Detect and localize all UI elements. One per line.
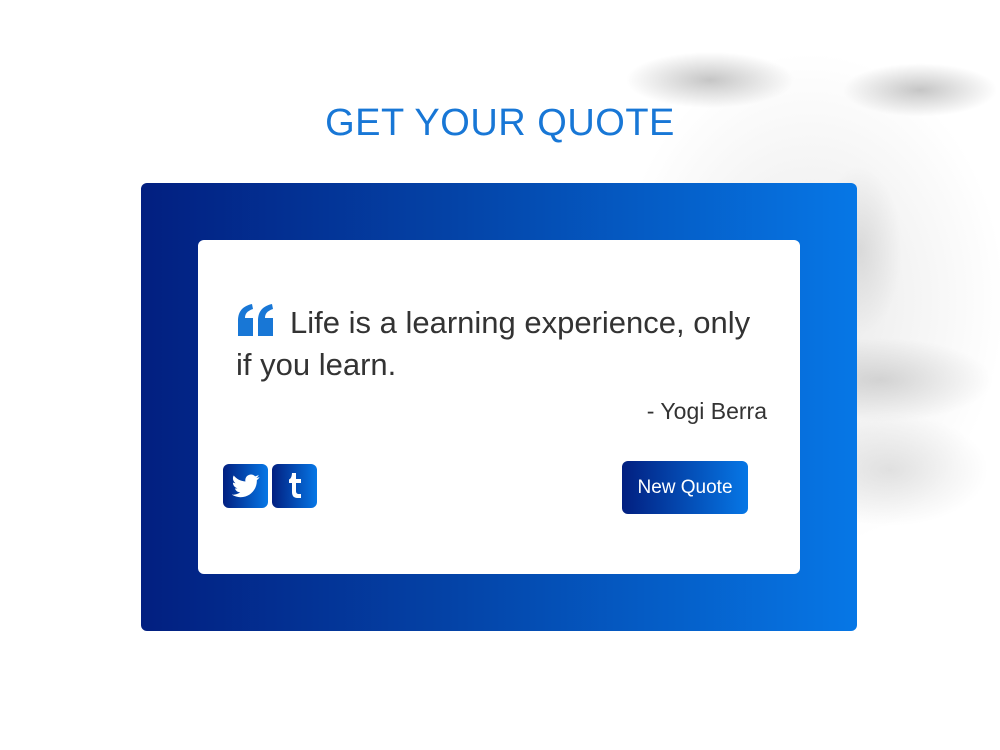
- twitter-icon: [231, 474, 260, 498]
- tumblr-icon: [288, 473, 301, 498]
- new-quote-button[interactable]: New Quote: [622, 461, 748, 514]
- quote-card: Life is a learning experience, only if y…: [198, 240, 800, 574]
- tweet-quote-button[interactable]: [223, 464, 268, 508]
- quote-block: Life is a learning experience, only if y…: [236, 302, 766, 386]
- page-title: GET YOUR QUOTE: [325, 102, 675, 144]
- quote-card-frame: Life is a learning experience, only if y…: [141, 183, 857, 631]
- quote-text: Life is a learning experience, only if y…: [236, 305, 751, 382]
- quote-author: - Yogi Berra: [646, 398, 767, 424]
- quote-left-icon: [238, 304, 273, 336]
- page: GET YOUR QUOTE Life is a learning experi…: [0, 0, 1000, 750]
- tumblr-share-button[interactable]: [272, 464, 317, 508]
